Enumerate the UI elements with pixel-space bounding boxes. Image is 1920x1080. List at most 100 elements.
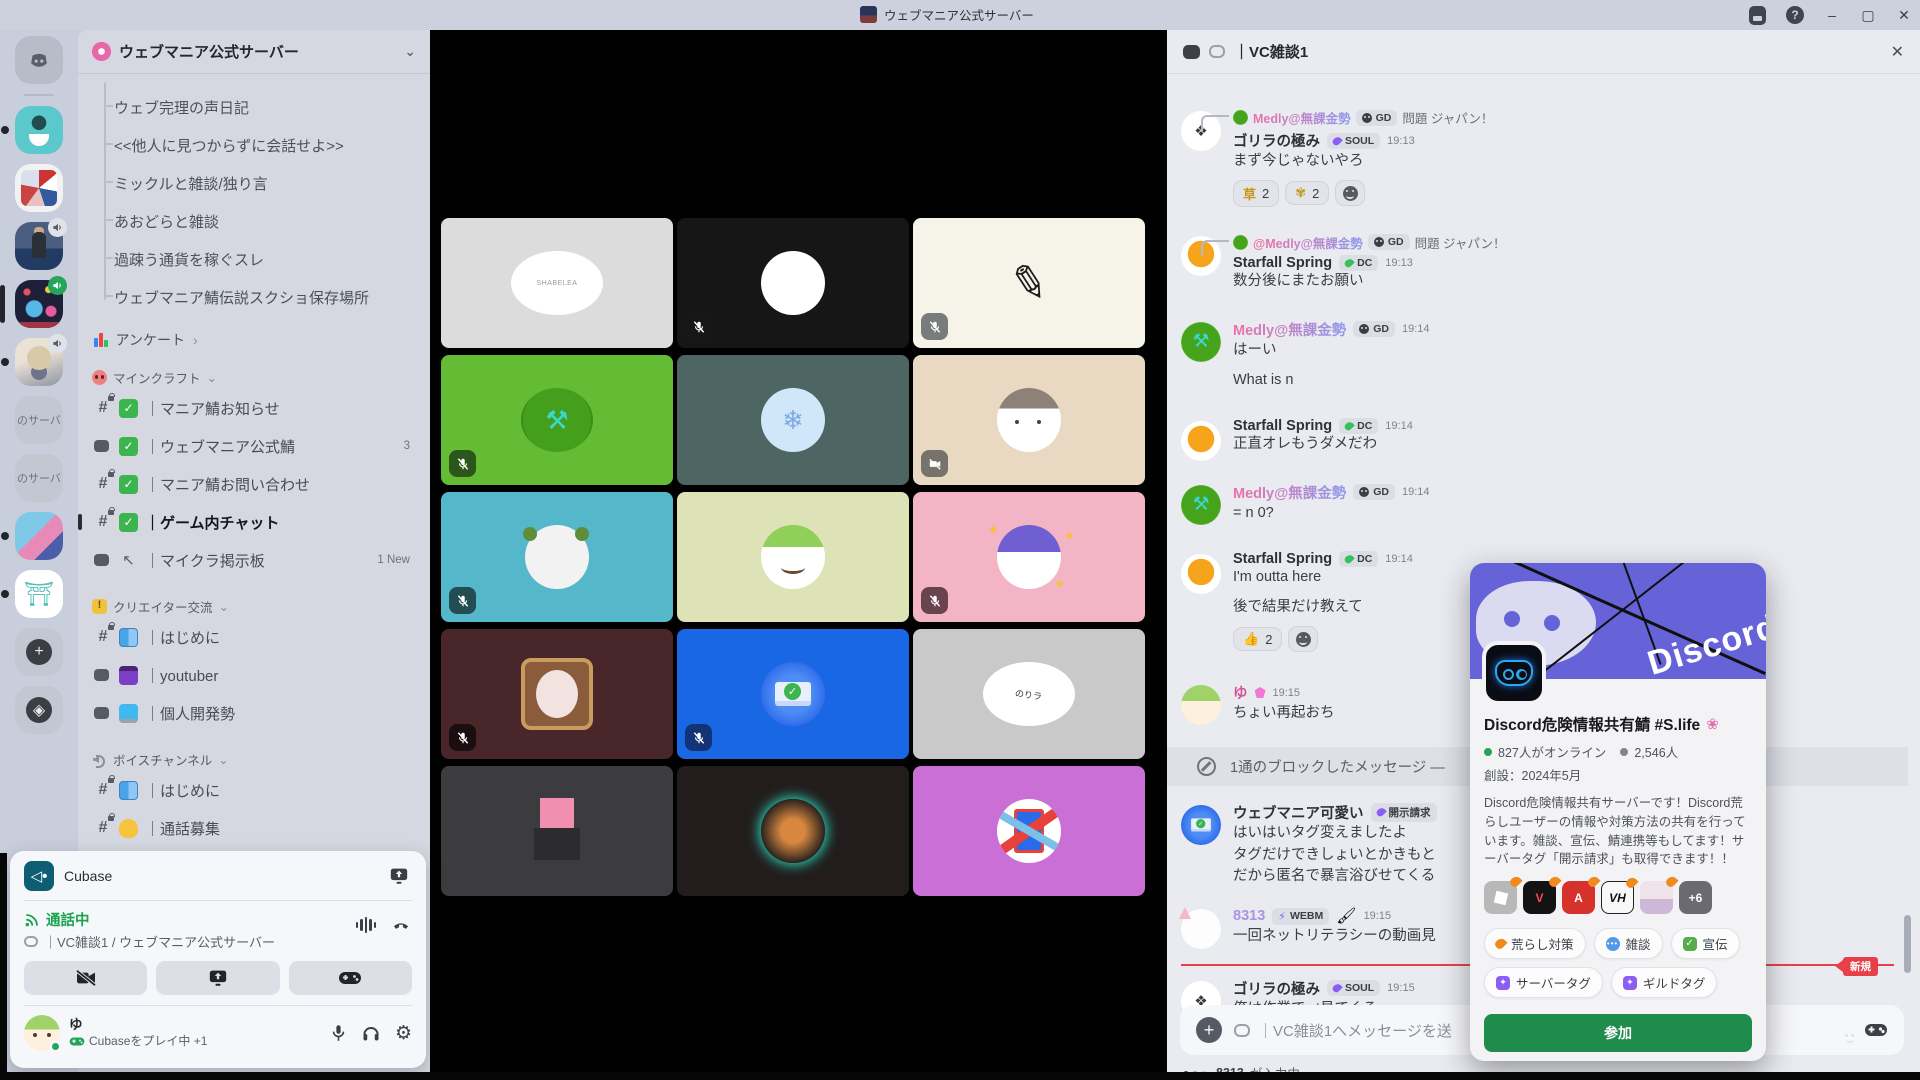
author-name[interactable]: ゴリラの極み xyxy=(1233,130,1320,151)
user-avatar[interactable] xyxy=(24,1015,60,1051)
voice-activity-icon[interactable] xyxy=(356,917,377,933)
channel-micra-board[interactable]: ↖ ｜マイクラ掲示板 1 New xyxy=(88,541,420,579)
tag-guild-tag[interactable]: ✦ギルドタグ xyxy=(1611,967,1718,998)
author-name[interactable]: ゆ xyxy=(1233,682,1248,703)
add-reaction-button[interactable] xyxy=(1288,626,1318,652)
server-icon-news-anchor[interactable] xyxy=(15,222,63,270)
reply-reference[interactable]: Medly@無課金勢 GD 問題 ジャパン！ xyxy=(1233,108,1894,127)
tag-server-tag[interactable]: ✦サーバータグ xyxy=(1484,967,1603,998)
screen-share-button[interactable] xyxy=(156,961,279,995)
reaction-kusa[interactable]: 草2 xyxy=(1233,180,1279,207)
video-tile-boy-face[interactable] xyxy=(913,355,1145,485)
server-icon-text-1[interactable]: のサーバ xyxy=(15,396,63,444)
help-icon[interactable]: ? xyxy=(1786,6,1804,24)
tray-widget-icon[interactable] xyxy=(1749,6,1766,25)
maximize-button[interactable]: ▢ xyxy=(1860,7,1876,24)
author-name[interactable]: Starfall Spring xyxy=(1233,551,1332,567)
author-name[interactable]: ゴリラの極み xyxy=(1233,978,1320,999)
channel-mania-news[interactable]: # ✓ ｜マニア鯖お知らせ xyxy=(88,389,420,427)
add-reaction-button[interactable] xyxy=(1335,180,1365,206)
video-tile-glow-cat[interactable] xyxy=(677,766,909,896)
reaction-flower[interactable]: ✾2 xyxy=(1285,181,1329,205)
new-messages-pill[interactable]: 新規 xyxy=(1843,957,1878,976)
avatar-webmania-kawaii[interactable]: ✓ xyxy=(1181,805,1221,845)
close-window-button[interactable]: ✕ xyxy=(1896,7,1912,24)
video-tile-snow[interactable]: ❄ xyxy=(677,355,909,485)
hangup-phone-icon[interactable] xyxy=(390,915,412,935)
category-creator[interactable]: クリエイター交流⌄ xyxy=(92,597,420,616)
server-header[interactable]: ウェブマニア公式サーバー ⌄ xyxy=(78,30,430,74)
video-tile-sword-girl[interactable] xyxy=(441,629,673,759)
thread-item[interactable]: あおどらと雑談 xyxy=(114,202,420,240)
avatar-starfall[interactable] xyxy=(1181,554,1221,594)
activity-gamepad-button[interactable] xyxy=(289,961,412,995)
channel-ingame-chat[interactable]: # ✓ ｜ゲーム内チャット xyxy=(88,503,420,541)
chat-bubble-outline-icon[interactable] xyxy=(1209,45,1225,58)
category-minecraft[interactable]: マインクラフト⌄ xyxy=(92,368,420,387)
tag-anti-troll[interactable]: 荒らし対策 xyxy=(1484,928,1586,959)
author-name[interactable]: Starfall Spring xyxy=(1233,418,1332,434)
video-tile-green-cap[interactable] xyxy=(677,492,909,622)
channel-mania-contact[interactable]: # ✓ ｜マニア鯖お問い合わせ xyxy=(88,465,420,503)
tag-promo[interactable]: ✓宣伝 xyxy=(1671,928,1740,959)
video-tile-medly[interactable]: ⚒ xyxy=(441,355,673,485)
call-location[interactable]: ｜VC雑談1 / ウェブマニア公式サーバー xyxy=(44,932,275,951)
avatar-medly[interactable]: ⚒ xyxy=(1181,485,1221,525)
author-name[interactable]: Medly@無課金勢 xyxy=(1233,482,1346,503)
thread-item[interactable]: <<他人に見つからずに会話せよ>> xyxy=(114,126,420,164)
video-tile-black-cat[interactable]: ✎ xyxy=(913,218,1145,348)
video-tile-purple-hair[interactable] xyxy=(913,492,1145,622)
author-name[interactable]: Starfall Spring xyxy=(1233,255,1332,271)
camera-off-button[interactable] xyxy=(24,961,147,995)
video-tile-laptop-check[interactable]: ✓ xyxy=(677,629,909,759)
server-icon-webmania[interactable] xyxy=(15,280,63,328)
home-button[interactable] xyxy=(15,36,63,84)
author-name[interactable]: Medly@無課金勢 xyxy=(1233,319,1346,340)
category-poll[interactable]: アンケート› xyxy=(94,330,420,350)
thread-item[interactable]: ウェブ完理の声日記 xyxy=(114,88,420,126)
minimize-button[interactable]: – xyxy=(1824,7,1840,23)
server-icon-teal-blob[interactable] xyxy=(15,106,63,154)
video-tile-green-ears[interactable] xyxy=(441,492,673,622)
thread-item[interactable]: ミックルと雑談/独り言 xyxy=(114,164,420,202)
stream-share-icon[interactable] xyxy=(386,865,412,887)
server-icon-anime-girl[interactable] xyxy=(15,338,63,386)
avatar-starfall[interactable] xyxy=(1181,421,1221,461)
gift-activity-icon[interactable] xyxy=(1864,1021,1888,1039)
author-name[interactable]: ウェブマニア可愛い xyxy=(1233,802,1364,823)
video-tile-shabelea[interactable]: SHABELEA xyxy=(441,218,673,348)
channel-call-recruit[interactable]: # ｜通話募集 xyxy=(88,809,420,847)
channel-indie-dev[interactable]: ｜個人開発勢 xyxy=(88,694,420,732)
chat-bubble-filled-icon[interactable] xyxy=(1183,45,1200,59)
channel-creator-intro[interactable]: # ｜はじめに xyxy=(88,618,420,656)
thread-item[interactable]: 過疎う通貨を稼ぐスレ xyxy=(114,240,420,278)
mic-icon[interactable] xyxy=(330,1023,347,1043)
channel-youtuber[interactable]: ｜youtuber xyxy=(88,656,420,694)
attach-plus-icon[interactable]: + xyxy=(1196,1017,1222,1043)
server-icon-anime-pair[interactable] xyxy=(15,512,63,560)
reply-reference[interactable]: @Medly@無課金勢 GD 問題 ジャパン！ xyxy=(1233,233,1894,252)
headphones-icon[interactable] xyxy=(361,1023,381,1043)
avatar-8313[interactable] xyxy=(1181,909,1221,949)
video-tile-emblem[interactable] xyxy=(913,766,1145,896)
category-voice[interactable]: ボイスチャンネル⌄ xyxy=(92,750,420,769)
server-icon-easel[interactable] xyxy=(15,570,63,618)
scrollbar[interactable] xyxy=(1904,915,1911,973)
channel-voice-intro[interactable]: # ｜はじめに xyxy=(88,771,420,809)
server-icon-text-2[interactable]: のサーバ xyxy=(15,454,63,502)
thread-item[interactable]: ウェブマニア鯖伝説スクショ保存場所 xyxy=(114,278,420,316)
join-server-button[interactable]: 参加 xyxy=(1484,1014,1752,1052)
video-tile-cards[interactable]: のりラ xyxy=(913,629,1145,759)
avatar-yu[interactable] xyxy=(1181,685,1221,725)
channel-webmania-official[interactable]: ✓ ｜ウェブマニア公式鯖 3 xyxy=(88,427,420,465)
avatar-medly[interactable]: ⚒ xyxy=(1181,322,1221,362)
add-server-button[interactable]: + xyxy=(15,628,63,676)
close-chat-icon[interactable]: ✕ xyxy=(1891,42,1904,62)
settings-gear-icon[interactable]: ⚙ xyxy=(395,1024,412,1043)
tag-chat[interactable]: •••雑談 xyxy=(1594,928,1663,959)
server-icon-flag-collage[interactable] xyxy=(15,164,63,212)
reaction-thumbsup[interactable]: 👍2 xyxy=(1233,627,1282,651)
video-tile-minecraft-pig[interactable] xyxy=(441,766,673,896)
explore-servers-button[interactable]: ◈ xyxy=(15,686,63,734)
author-name[interactable]: 8313 xyxy=(1233,908,1265,924)
